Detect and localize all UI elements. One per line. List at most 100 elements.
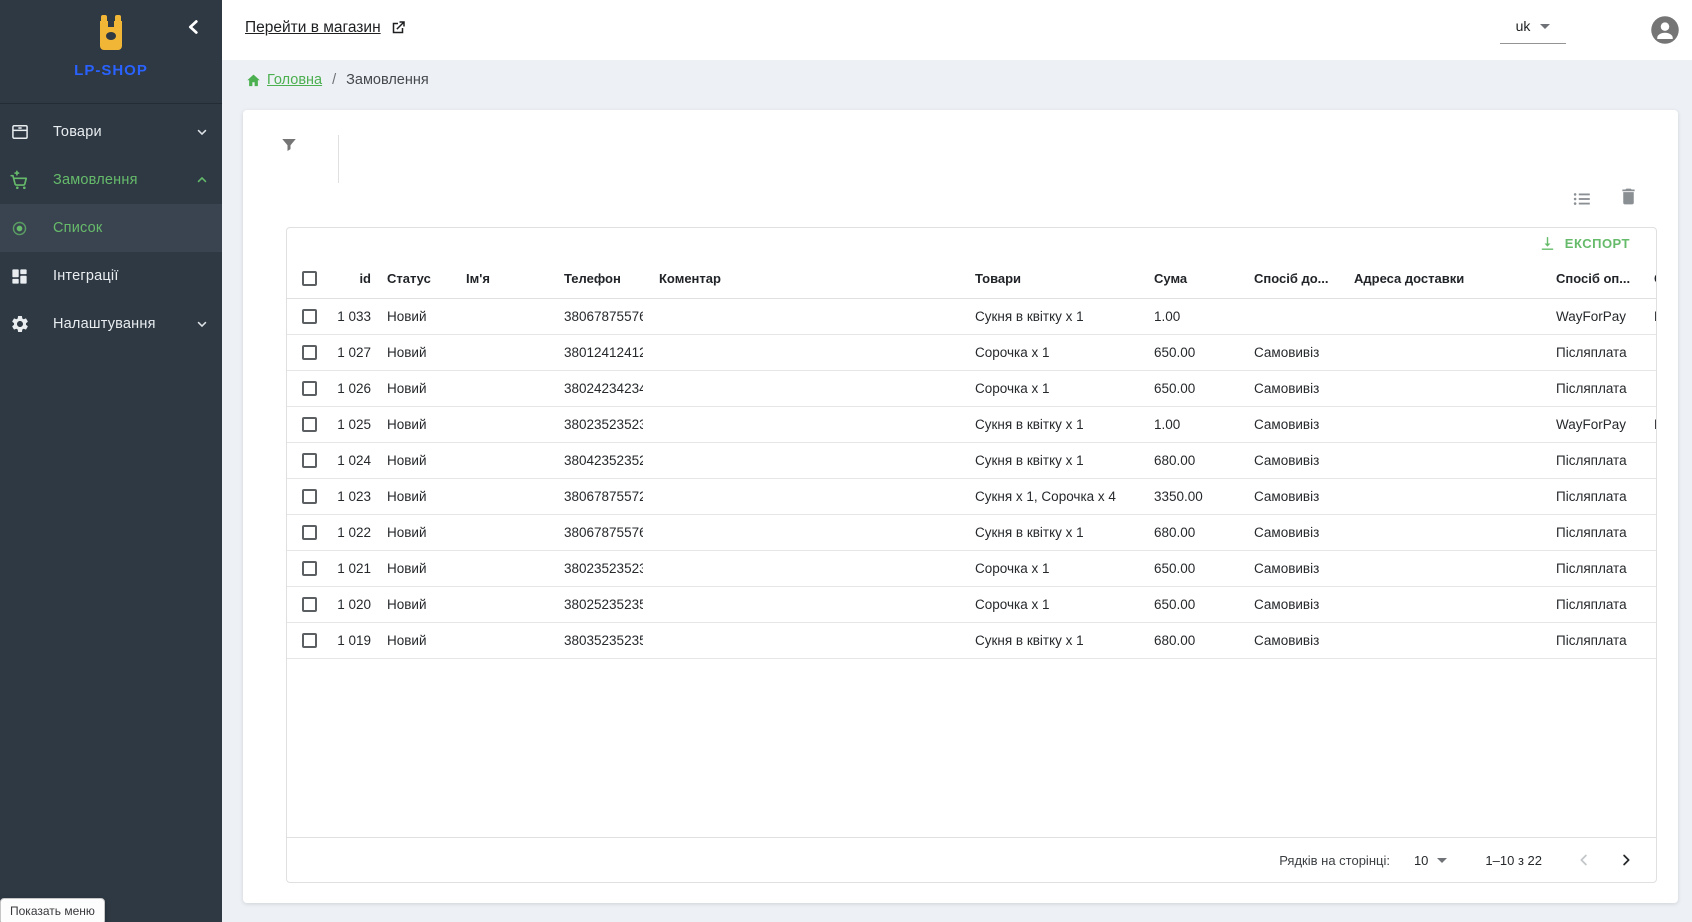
column-header-products[interactable]: Товари xyxy=(959,259,1138,298)
breadcrumb: Головна / Замовлення xyxy=(246,72,429,88)
cell-payment: Післяплата xyxy=(1540,514,1638,550)
column-header-address[interactable]: Адреса доставки xyxy=(1338,259,1540,298)
cell-delivery: Самовивіз xyxy=(1238,586,1338,622)
row-checkbox[interactable] xyxy=(302,561,317,576)
cell-address xyxy=(1338,370,1540,406)
cell-phone: 380235235235 xyxy=(548,406,643,442)
table-empty-space xyxy=(287,659,1656,838)
sidebar-item-settings[interactable]: Налаштування xyxy=(0,300,222,348)
cell-sum: 1.00 xyxy=(1138,406,1238,442)
table-row[interactable]: 1 024 Новий 380423523523 Сукня в квітку … xyxy=(287,442,1656,478)
cell-phone: 380252352352 xyxy=(548,586,643,622)
export-label: ЕКСПОРТ xyxy=(1565,236,1630,251)
row-checkbox[interactable] xyxy=(302,597,317,612)
table-row[interactable]: 1 033 Новий 380678755765 Сукня в квітку … xyxy=(287,298,1656,334)
cell-sum: 680.00 xyxy=(1138,514,1238,550)
cell-phone: 380235235235 xyxy=(548,550,643,586)
cell-name xyxy=(450,442,548,478)
cell-address xyxy=(1338,550,1540,586)
table-row[interactable]: 1 022 Новий 380678755765 Сукня в квітку … xyxy=(287,514,1656,550)
column-header-sum[interactable]: Сума xyxy=(1138,259,1238,298)
go-to-shop-link[interactable]: Перейти в магазин xyxy=(245,19,407,37)
export-button[interactable]: ЕКСПОРТ xyxy=(1539,235,1630,252)
sidebar-item-orders[interactable]: Замовлення xyxy=(0,156,222,204)
filter-button[interactable] xyxy=(279,136,299,156)
pagination-range: 1–10 з 22 xyxy=(1485,853,1542,868)
export-bar: ЕКСПОРТ xyxy=(287,228,1656,259)
cell-products: Сукня в квітку х 1 xyxy=(959,298,1138,334)
sidebar-item-integrations[interactable]: Інтеграції xyxy=(0,252,222,300)
external-link-icon xyxy=(389,19,407,37)
sidebar-item-label: Інтеграції xyxy=(53,268,119,284)
column-header-id[interactable]: id xyxy=(335,259,371,298)
row-checkbox[interactable] xyxy=(302,453,317,468)
cell-id: 1 023 xyxy=(335,478,371,514)
cell-phone: 380678755765 xyxy=(548,298,643,334)
previous-page-button[interactable] xyxy=(1572,848,1596,872)
sidebar-item-products[interactable]: Товари xyxy=(0,108,222,156)
column-header-phone[interactable]: Телефон xyxy=(548,259,643,298)
cell-delivery: Самовивіз xyxy=(1238,514,1338,550)
cell-phone: 380678755765 xyxy=(548,514,643,550)
row-checkbox[interactable] xyxy=(302,633,317,648)
breadcrumb-current: Замовлення xyxy=(346,72,429,88)
cell-status: Новий xyxy=(371,370,450,406)
cell-checkbox xyxy=(287,406,335,442)
cell-id: 1 026 xyxy=(335,370,371,406)
cell-status: Новий xyxy=(371,622,450,658)
download-icon xyxy=(1539,235,1556,252)
select-all-checkbox[interactable] xyxy=(302,271,317,286)
next-page-button[interactable] xyxy=(1614,848,1638,872)
cell-sum: 650.00 xyxy=(1138,334,1238,370)
cell-comment xyxy=(643,586,959,622)
column-header-name[interactable]: Ім'я xyxy=(450,259,548,298)
collapse-sidebar-button[interactable] xyxy=(182,16,206,40)
cell-payment: Післяплата xyxy=(1540,550,1638,586)
orders-list-panel: ЕКСПОРТ id Статус Ім'я Телефон xyxy=(243,110,1678,903)
column-header-delivery[interactable]: Спосіб до... xyxy=(1238,259,1338,298)
row-checkbox[interactable] xyxy=(302,525,317,540)
filter-divider xyxy=(338,135,339,183)
cell-comment xyxy=(643,298,959,334)
cell-id: 1 033 xyxy=(335,298,371,334)
table-row[interactable]: 1 023 Новий 380678755722 Сукня х 1, Соро… xyxy=(287,478,1656,514)
delete-button[interactable] xyxy=(1617,186,1639,208)
cell-delivery: Самовивіз xyxy=(1238,478,1338,514)
cell-name xyxy=(450,514,548,550)
cell-sum: 650.00 xyxy=(1138,586,1238,622)
column-header-status[interactable]: Статус xyxy=(371,259,450,298)
radio-selected-icon xyxy=(9,218,30,239)
table-row[interactable]: 1 026 Новий 380242342342 Сорочка х 1 650… xyxy=(287,370,1656,406)
cell-checkbox xyxy=(287,370,335,406)
cell-checkbox xyxy=(287,514,335,550)
row-checkbox[interactable] xyxy=(302,417,317,432)
table-row[interactable]: 1 027 Новий 380124124124 Сорочка х 1 650… xyxy=(287,334,1656,370)
rows-per-page-select[interactable]: 10 xyxy=(1414,853,1447,868)
column-header-payment-status[interactable]: Ст xyxy=(1638,259,1656,298)
cell-status: Новий xyxy=(371,550,450,586)
breadcrumb-home-link[interactable]: Головна xyxy=(246,72,322,88)
table-row[interactable]: 1 020 Новий 380252352352 Сорочка х 1 650… xyxy=(287,586,1656,622)
row-checkbox[interactable] xyxy=(302,489,317,504)
cell-comment xyxy=(643,442,959,478)
cell-status: Новий xyxy=(371,478,450,514)
table-row[interactable]: 1 019 Новий 380352352353 Сукня в квітку … xyxy=(287,622,1656,658)
row-checkbox[interactable] xyxy=(302,381,317,396)
cell-products: Сукня х 1, Сорочка х 4 xyxy=(959,478,1138,514)
table-row[interactable]: 1 021 Новий 380235235235 Сорочка х 1 650… xyxy=(287,550,1656,586)
caret-down-icon xyxy=(1540,24,1550,29)
sidebar-item-orders-list[interactable]: Список xyxy=(0,204,222,252)
cell-products: Сорочка х 1 xyxy=(959,370,1138,406)
cell-checkbox xyxy=(287,550,335,586)
cell-name xyxy=(450,406,548,442)
cell-checkbox xyxy=(287,586,335,622)
column-header-payment[interactable]: Спосіб оп... xyxy=(1540,259,1638,298)
row-checkbox[interactable] xyxy=(302,309,317,324)
column-header-comment[interactable]: Коментар xyxy=(643,259,959,298)
view-list-button[interactable] xyxy=(1571,188,1593,210)
table-row[interactable]: 1 025 Новий 380235235235 Сукня в квітку … xyxy=(287,406,1656,442)
language-select[interactable]: uk xyxy=(1500,18,1566,44)
user-avatar-button[interactable] xyxy=(1650,15,1680,45)
row-checkbox[interactable] xyxy=(302,345,317,360)
cell-name xyxy=(450,298,548,334)
